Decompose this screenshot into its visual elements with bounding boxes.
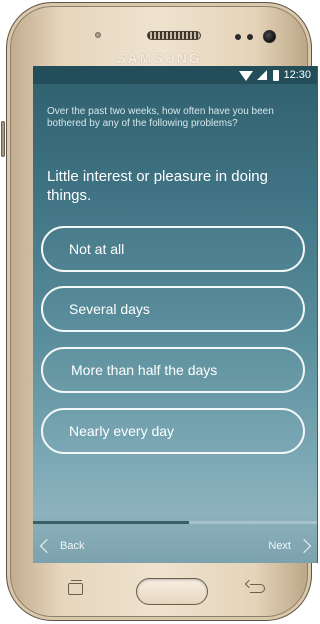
question-intro: Over the past two weeks, how often have … <box>47 106 274 129</box>
question-text: Little interest or pleasure in doing thi… <box>47 168 268 204</box>
home-button[interactable] <box>136 578 208 605</box>
notification-led <box>95 32 101 38</box>
light-sensor <box>247 34 253 40</box>
progress-bar-fill <box>33 521 190 524</box>
earpiece-speaker <box>147 31 201 40</box>
back-label: Back <box>60 540 85 552</box>
brand-logo: SAMSUNG <box>116 50 202 66</box>
next-label: Next <box>268 540 291 552</box>
status-bar: 12:30 <box>33 66 317 84</box>
answer-option-not-at-all[interactable]: Not at all <box>41 226 305 272</box>
wifi-icon <box>239 71 254 81</box>
battery-icon <box>273 69 280 81</box>
front-camera <box>263 30 276 43</box>
proximity-sensor <box>235 34 241 40</box>
next-button[interactable]: Next <box>268 536 312 556</box>
answer-option-more-than-half[interactable]: More than half the days <box>41 347 305 393</box>
answer-option-several-days[interactable]: Several days <box>41 286 305 332</box>
chevron-left-icon <box>39 538 55 554</box>
answer-option-nearly-every-day[interactable]: Nearly every day <box>41 408 305 454</box>
chevron-right-icon <box>296 538 312 554</box>
recent-apps-key[interactable] <box>68 580 83 595</box>
volume-button[interactable] <box>1 121 5 157</box>
signal-icon <box>257 70 268 80</box>
status-time: 12:30 <box>283 69 311 81</box>
progress-bar <box>33 521 317 524</box>
app-screen: 12:30 Over the past two weeks, how often… <box>33 66 318 563</box>
back-button[interactable]: Back <box>38 536 84 556</box>
back-key[interactable] <box>250 584 265 593</box>
